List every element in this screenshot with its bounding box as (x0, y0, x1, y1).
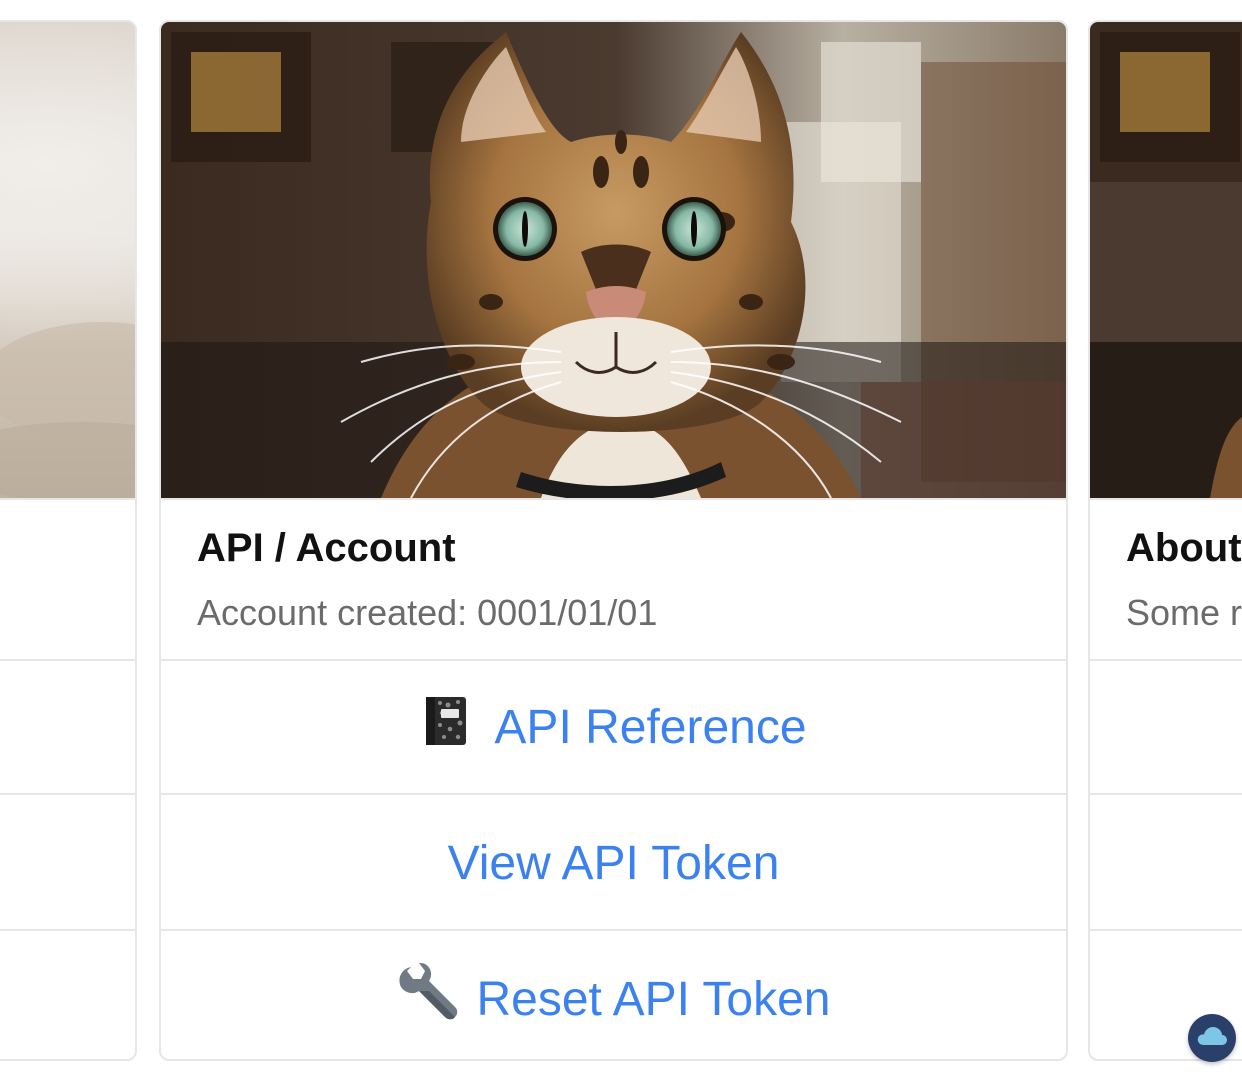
card-about-subtitle: Some r (1126, 592, 1242, 633)
cloud-icon (1196, 1025, 1228, 1052)
wrench-icon (397, 963, 459, 1035)
card-main-body: API / Account Account created: 0001/01/0… (161, 498, 1066, 661)
card-left-body (0, 498, 135, 661)
card-right-image (1090, 22, 1242, 498)
reset-api-token-label[interactable]: Reset API Token (477, 972, 831, 1027)
card-right-action-2[interactable] (1090, 797, 1242, 931)
card-left-image (0, 22, 135, 498)
card-about: About Some r (1088, 20, 1242, 1061)
card-left-action-1[interactable] (0, 661, 135, 795)
api-reference-link[interactable]: API Reference (420, 695, 807, 759)
cloud-badge[interactable] (1188, 1014, 1236, 1062)
view-api-token-link[interactable]: View API Token (448, 836, 780, 891)
cat-photo (161, 22, 1066, 498)
card-about-title: About (1126, 526, 1242, 570)
card-api-account: API / Account Account created: 0001/01/0… (159, 20, 1068, 1061)
account-created-text: Account created: 0001/01/01 (197, 592, 658, 633)
notebook-icon (420, 695, 470, 759)
card-right-action-1[interactable] (1090, 661, 1242, 795)
reset-api-token-link[interactable]: Reset API Token (397, 963, 831, 1035)
reset-api-token-row[interactable]: Reset API Token (161, 932, 1066, 1059)
card-left-action-2[interactable] (0, 797, 135, 931)
card-right-body: About Some r (1090, 498, 1242, 661)
api-reference-row[interactable]: API Reference (161, 661, 1066, 795)
api-reference-label[interactable]: API Reference (494, 700, 806, 755)
viewport: API / Account Account created: 0001/01/0… (0, 0, 1242, 1083)
card-left-action-3[interactable] (0, 932, 135, 1059)
view-api-token-row[interactable]: View API Token (161, 797, 1066, 931)
card-left (0, 20, 137, 1061)
card-title: API / Account (197, 526, 456, 570)
card-main-image (161, 22, 1066, 498)
